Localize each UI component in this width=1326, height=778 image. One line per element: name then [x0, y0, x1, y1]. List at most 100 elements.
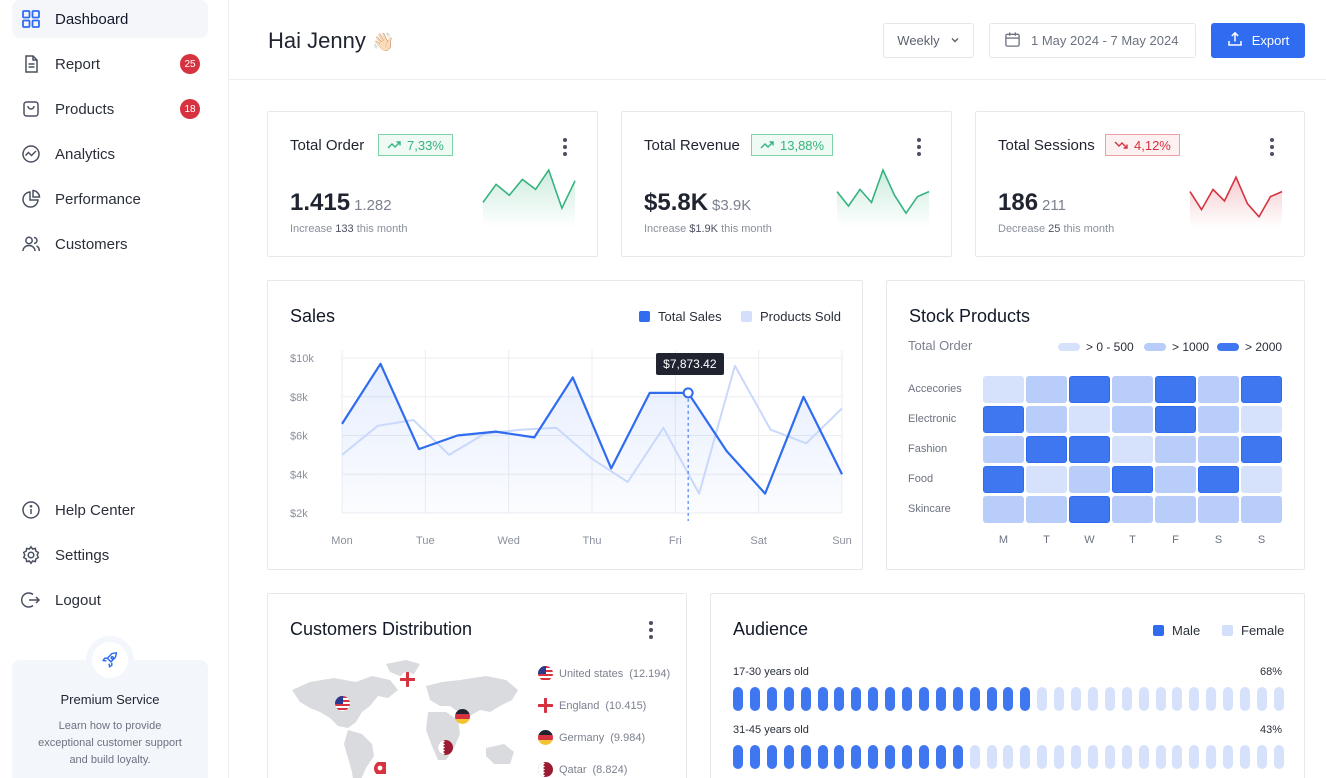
date-range-picker[interactable]: 1 May 2024 - 7 May 2024 [989, 23, 1196, 58]
stat-note: Increase 133 this month [290, 223, 407, 235]
map-marker-england[interactable] [400, 672, 415, 687]
more-options-icon[interactable] [563, 138, 567, 156]
heatmap-cell[interactable] [1241, 376, 1282, 403]
heatmap-row-label: Accecories [908, 383, 962, 395]
heatmap-col-label: T [1043, 534, 1050, 546]
sparkline-total-order [482, 168, 576, 228]
nav-item-customers[interactable]: Customers [12, 225, 208, 263]
england-flag-icon [538, 698, 553, 713]
heatmap-cell[interactable] [1069, 466, 1110, 493]
bag-icon [20, 98, 42, 120]
qatar-flag-icon [538, 762, 553, 777]
heatmap-cell[interactable] [1026, 496, 1067, 523]
female-bar [1138, 745, 1149, 769]
heatmap-cell[interactable] [1155, 496, 1196, 523]
more-options-icon[interactable] [1270, 138, 1274, 156]
heatmap-cell[interactable] [1155, 466, 1196, 493]
heatmap-cell[interactable] [1112, 376, 1153, 403]
map-marker-us[interactable] [335, 696, 350, 711]
note-prefix: Decrease [998, 223, 1046, 235]
heatmap-cell[interactable] [983, 406, 1024, 433]
map-marker-qatar[interactable] [438, 740, 453, 755]
country-count: (12.194) [629, 667, 671, 680]
female-bar [1206, 687, 1217, 711]
nav-item-analytics[interactable]: Analytics [12, 135, 208, 173]
sidebar: Dashboard Report 25 Products 18 Analytic… [0, 0, 229, 778]
heatmap-cell[interactable] [1112, 496, 1153, 523]
previous-value: $3.9K [712, 197, 752, 214]
map-marker-germany[interactable] [455, 709, 470, 724]
female-bar [1037, 745, 1048, 769]
premium-service-card[interactable]: Premium Service Learn how to provide exc… [12, 642, 208, 778]
period-select[interactable]: Weekly [883, 23, 974, 58]
female-bar [1273, 745, 1284, 769]
stat-value: 1.415 1.282 [290, 189, 392, 217]
heatmap-cell[interactable] [1155, 436, 1196, 463]
age-group-percent: 43% [1259, 724, 1282, 736]
nav-item-settings[interactable]: Settings [12, 536, 208, 574]
y-tick-label: $8k [290, 392, 308, 404]
export-button[interactable]: Export [1211, 23, 1305, 58]
heatmap-cell[interactable] [983, 496, 1024, 523]
nav-label: Settings [55, 546, 110, 564]
nav-item-dashboard[interactable]: Dashboard [12, 0, 208, 38]
female-bar [1240, 745, 1250, 769]
nav-item-help-center[interactable]: Help Center [12, 491, 208, 529]
heatmap-cell[interactable] [1198, 406, 1239, 433]
heatmap-cell[interactable] [1112, 406, 1153, 433]
nav-item-products[interactable]: Products 18 [12, 90, 208, 128]
sparkline-total-sessions [1189, 175, 1283, 228]
heatmap-cell[interactable] [1026, 466, 1067, 493]
country-name: United states [559, 667, 624, 680]
heatmap-cell[interactable] [1198, 376, 1239, 403]
heatmap-row-label: Skincare [908, 503, 951, 515]
heatmap-cell[interactable] [1069, 376, 1110, 403]
heatmap-cell[interactable] [1069, 436, 1110, 463]
highlight-point [682, 387, 694, 399]
heatmap-cell[interactable] [1155, 376, 1196, 403]
heatmap-cell[interactable] [983, 376, 1024, 403]
heatmap-cell[interactable] [983, 436, 1024, 463]
more-options-icon[interactable] [917, 138, 921, 156]
female-bar [1223, 745, 1234, 769]
change-value: 13,88% [780, 137, 825, 153]
male-bar [986, 687, 997, 711]
country-count: (9.984) [610, 731, 646, 744]
heatmap-cell[interactable] [1069, 496, 1110, 523]
nav-label: Customers [55, 235, 128, 253]
heatmap-cell[interactable] [1241, 496, 1282, 523]
current-value: $5.8K [644, 189, 709, 216]
more-options-icon[interactable] [649, 621, 653, 639]
heatmap-cell[interactable] [1026, 376, 1067, 403]
heatmap-cell[interactable] [1198, 496, 1239, 523]
female-bar [1003, 745, 1014, 769]
male-bar [868, 687, 879, 711]
male-bar [935, 745, 946, 769]
nav-item-performance[interactable]: Performance [12, 180, 208, 218]
nav-item-report[interactable]: Report 25 [12, 45, 208, 83]
stock-title: Stock Products [909, 306, 1031, 326]
heatmap-cell[interactable] [1155, 406, 1196, 433]
heatmap-cell[interactable] [1026, 436, 1067, 463]
male-bar [885, 745, 896, 769]
heatmap-cell[interactable] [1112, 436, 1153, 463]
male-bar [800, 745, 811, 769]
logout-icon [20, 589, 42, 611]
grid-icon [20, 8, 42, 30]
heatmap-cell[interactable] [1069, 406, 1110, 433]
map-marker-red[interactable] [374, 761, 389, 776]
x-tick-label: Wed [497, 535, 519, 547]
heatmap-cell[interactable] [1112, 466, 1153, 493]
heatmap-cell[interactable] [1241, 466, 1282, 493]
heatmap-cell[interactable] [1241, 436, 1282, 463]
male-bar [902, 687, 912, 711]
nav-item-logout[interactable]: Logout [12, 581, 208, 619]
current-value: 1.415 [290, 189, 351, 216]
heatmap-cell[interactable] [1241, 406, 1282, 433]
stat-value: $5.8K $3.9K [644, 189, 751, 217]
heatmap-cell[interactable] [1198, 466, 1239, 493]
female-bar [1104, 687, 1115, 711]
heatmap-cell[interactable] [1198, 436, 1239, 463]
heatmap-cell[interactable] [1026, 406, 1067, 433]
heatmap-cell[interactable] [983, 466, 1024, 493]
